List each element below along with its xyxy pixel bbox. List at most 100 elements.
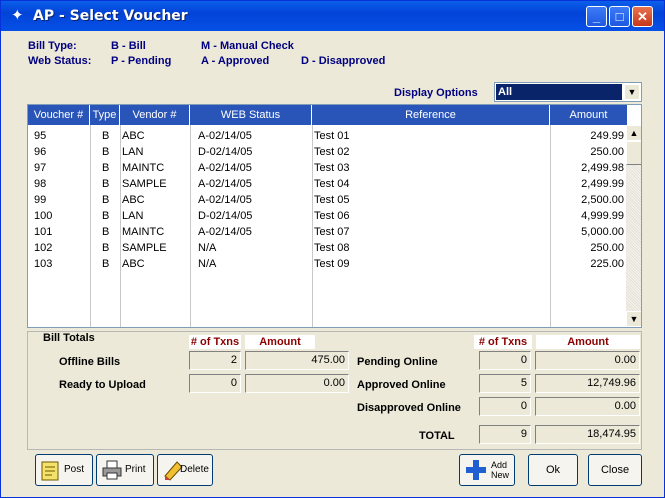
table-row[interactable]: 102 B SAMPLE N/A Test 08 250.00 (28, 240, 627, 256)
cell-amount: 249.99 (590, 130, 624, 142)
minimize-button[interactable]: _ (586, 6, 607, 27)
cell-amount: 225.00 (590, 258, 624, 270)
cell-amount: 250.00 (590, 242, 624, 254)
cell-web-status: N/A (198, 242, 217, 254)
cell-web-status: A-02/14/05 (198, 130, 252, 142)
close-icon: ✕ (637, 9, 648, 24)
close-button[interactable]: Close (588, 454, 642, 486)
cell-type: B (102, 162, 110, 174)
minimize-icon: _ (592, 9, 601, 24)
column-header-type[interactable]: Type (90, 105, 120, 125)
cell-amount: 2,499.99 (581, 178, 624, 190)
vertical-scrollbar[interactable]: ▲ ▼ (626, 125, 641, 327)
cell-reference: Test 03 (314, 162, 350, 174)
app-icon: ✦ (11, 7, 24, 24)
cell-reference: Test 05 (314, 194, 350, 206)
total-label: TOTAL (419, 430, 455, 442)
chevron-down-icon[interactable]: ▼ (624, 84, 640, 100)
cell-reference: Test 02 (314, 146, 350, 158)
cell-vendor: ABC (122, 258, 145, 270)
cell-type: B (102, 146, 110, 158)
pending-online-txns: 0 (479, 351, 531, 370)
delete-label: Delete (180, 464, 209, 475)
table-row[interactable]: 103 B ABC N/A Test 09 225.00 (28, 256, 627, 272)
table-row[interactable]: 100 B LAN D-02/14/05 Test 06 4,999.99 (28, 208, 627, 224)
column-header-vendor[interactable]: Vendor # (120, 105, 190, 125)
cell-voucher: 101 (34, 226, 53, 238)
online-txns-header: # of Txns (474, 335, 532, 349)
total-amount: 18,474.95 (535, 425, 640, 444)
add-new-label-line2: New (491, 470, 510, 480)
ok-button[interactable]: Ok (528, 454, 578, 486)
add-plus-icon (466, 460, 486, 480)
cell-web-status: A-02/14/05 (198, 162, 252, 174)
cell-type: B (102, 210, 110, 222)
web-status-pending: P - Pending (111, 55, 172, 67)
cell-voucher: 99 (34, 194, 47, 206)
cell-amount: 5,000.00 (581, 226, 624, 238)
voucher-grid[interactable]: Voucher # Type Vendor # WEB Status Refer… (27, 104, 642, 328)
cell-type: B (102, 226, 110, 238)
cell-amount: 2,499.98 (581, 162, 624, 174)
column-header-web-status[interactable]: WEB Status (190, 105, 312, 125)
column-header-reference[interactable]: Reference (312, 105, 550, 125)
cell-vendor: LAN (122, 146, 144, 158)
bill-type-m: M - Manual Check (201, 40, 294, 52)
cell-reference: Test 01 (314, 130, 350, 142)
cell-reference: Test 04 (314, 178, 350, 190)
table-row[interactable]: 101 B MAINTC A-02/14/05 Test 07 5,000.00 (28, 224, 627, 240)
cell-web-status: A-02/14/05 (198, 178, 252, 190)
cell-web-status: A-02/14/05 (198, 226, 252, 238)
scroll-down-button[interactable]: ▼ (626, 311, 641, 327)
cell-amount: 4,999.99 (581, 210, 624, 222)
cell-vendor: MAINTC (122, 162, 165, 174)
close-window-button[interactable]: ✕ (632, 6, 653, 27)
bill-type-b: B - Bill (111, 40, 146, 52)
title-bar[interactable]: ✦ AP - Select Voucher _ □ ✕ (1, 1, 664, 31)
approved-online-amount: 12,749.96 (535, 374, 640, 393)
online-amount-header: Amount (536, 335, 640, 349)
post-button[interactable]: Post (35, 454, 93, 486)
table-row[interactable]: 98 B SAMPLE A-02/14/05 Test 04 2,499.99 (28, 176, 627, 192)
column-header-voucher[interactable]: Voucher # (28, 105, 90, 125)
cell-type: B (102, 130, 110, 142)
cell-vendor: SAMPLE (122, 178, 167, 190)
delete-button[interactable]: Delete (157, 454, 213, 486)
offline-bills-txns: 2 (189, 351, 241, 370)
display-options-label: Display Options (394, 87, 478, 99)
cell-reference: Test 09 (314, 258, 350, 270)
display-options-select[interactable]: All ▼ (494, 82, 642, 102)
pending-online-amount: 0.00 (535, 351, 640, 370)
add-new-button[interactable]: Add New (459, 454, 515, 486)
scroll-up-button[interactable]: ▲ (626, 125, 641, 141)
bill-type-label: Bill Type: (28, 40, 77, 52)
column-header-amount[interactable]: Amount (550, 105, 627, 125)
total-txns: 9 (479, 425, 531, 444)
ok-label: Ok (545, 464, 561, 476)
offline-amount-header: Amount (245, 335, 315, 349)
table-row[interactable]: 99 B ABC A-02/14/05 Test 05 2,500.00 (28, 192, 627, 208)
cell-type: B (102, 242, 110, 254)
maximize-icon: □ (615, 9, 624, 24)
approved-online-txns: 5 (479, 374, 531, 393)
disapproved-online-label: Disapproved Online (357, 402, 461, 414)
offline-txns-header: # of Txns (189, 335, 241, 349)
table-row[interactable]: 96 B LAN D-02/14/05 Test 02 250.00 (28, 144, 627, 160)
cell-vendor: ABC (122, 194, 145, 206)
scroll-thumb[interactable] (626, 141, 641, 165)
table-row[interactable]: 95 B ABC A-02/14/05 Test 01 249.99 (28, 128, 627, 144)
disapproved-online-amount: 0.00 (535, 397, 640, 416)
print-button[interactable]: Print (96, 454, 154, 486)
disapproved-online-txns: 0 (479, 397, 531, 416)
web-status-approved: A - Approved (201, 55, 270, 67)
cell-reference: Test 07 (314, 226, 350, 238)
table-row[interactable]: 97 B MAINTC A-02/14/05 Test 03 2,499.98 (28, 160, 627, 176)
cell-voucher: 96 (34, 146, 47, 158)
cell-vendor: SAMPLE (122, 242, 167, 254)
cell-reference: Test 08 (314, 242, 350, 254)
maximize-button[interactable]: □ (609, 6, 630, 27)
cell-voucher: 103 (34, 258, 53, 270)
print-label: Print (125, 464, 146, 475)
grid-header: Voucher # Type Vendor # WEB Status Refer… (28, 105, 627, 125)
ready-to-upload-txns: 0 (189, 374, 241, 393)
